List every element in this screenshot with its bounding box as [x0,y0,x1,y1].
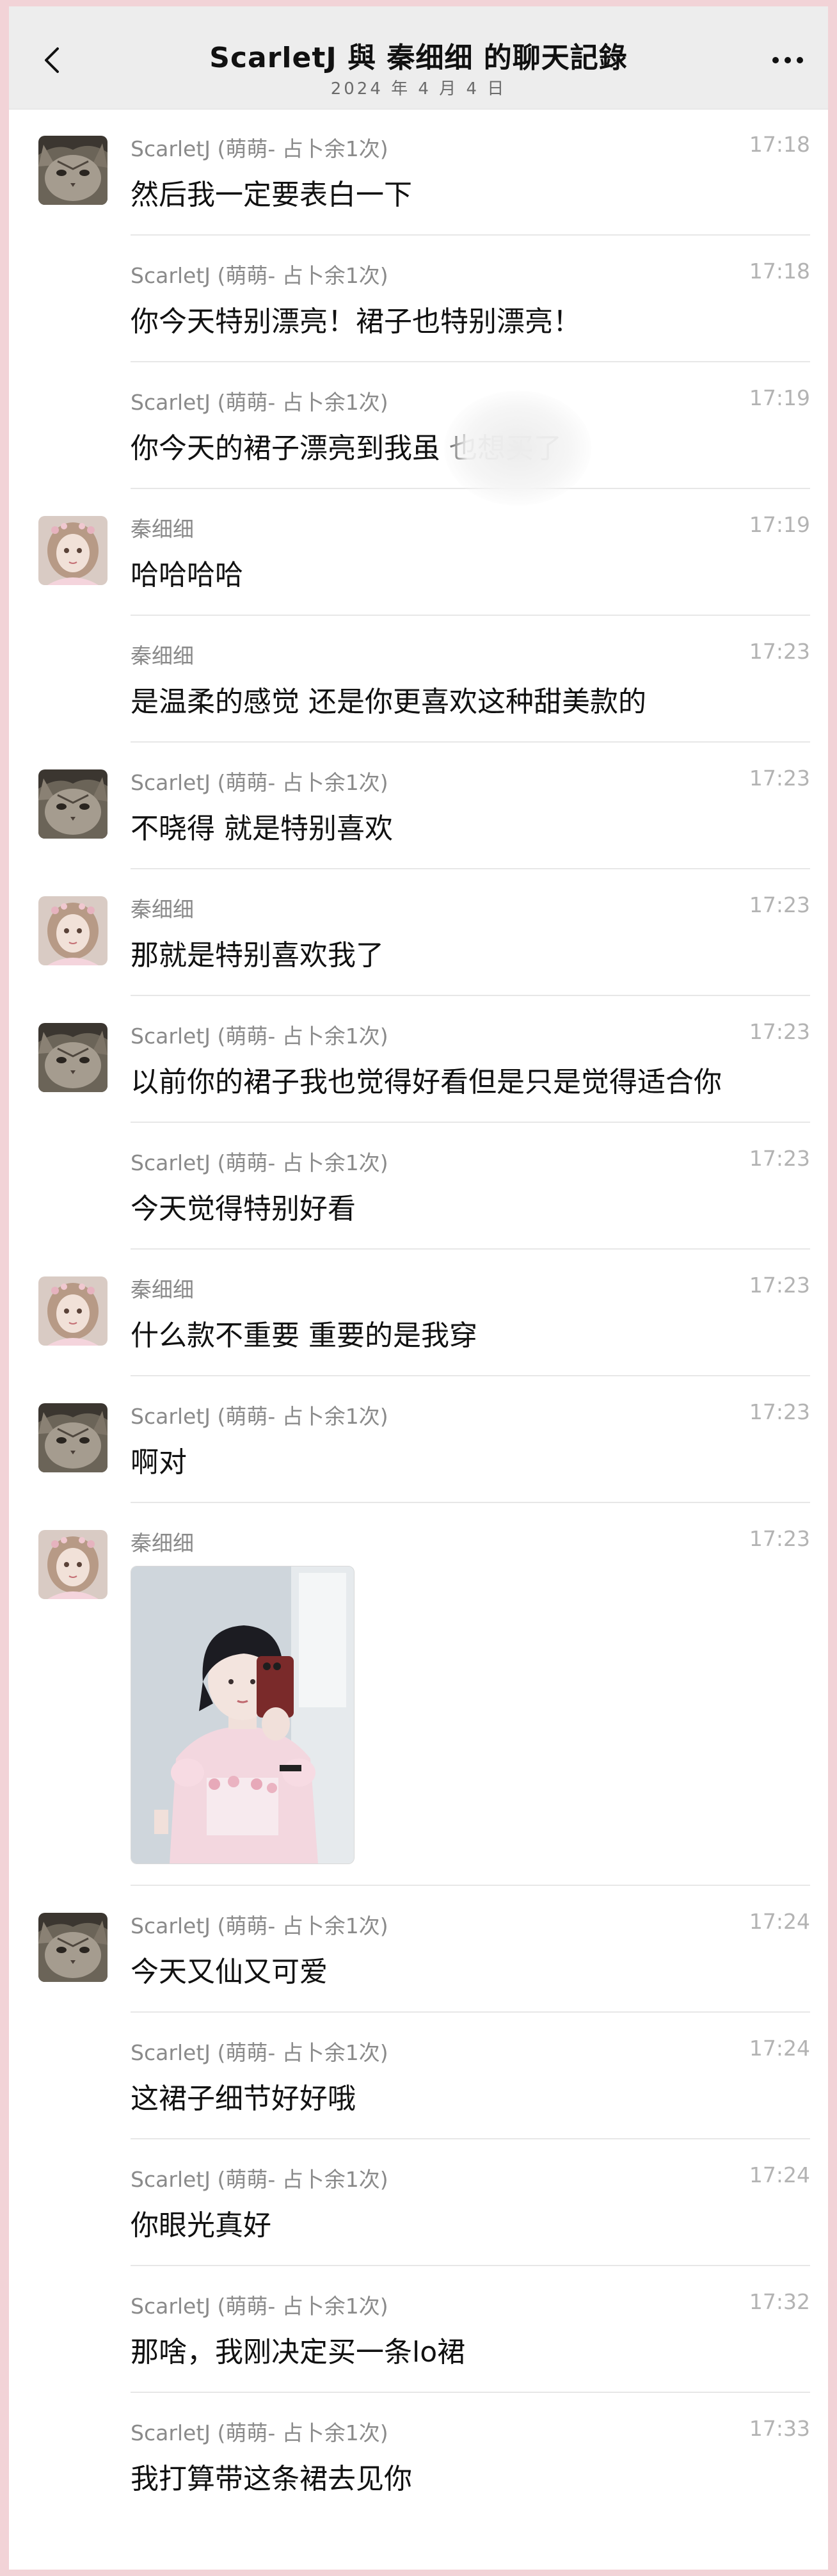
message-text: 是温柔的感觉 还是你更喜欢这种甜美款的 [131,686,646,718]
avatar-qinxixi[interactable] [38,1276,108,1346]
sender-name: 秦细细 [131,643,194,668]
avatar-scarletj[interactable] [38,1023,108,1092]
message-text: 今天又仙又可爱 [131,1956,328,1988]
sender-name: ScarletJ (萌萌- 占卜余1次) [131,1150,388,1175]
message-text: 啊对 [131,1446,187,1479]
chat-message: 秦细细 17:23 [9,1503,828,1886]
sender-name: 秦细细 [131,1531,194,1556]
message-time: 17:23 [749,1399,810,1424]
message-text: 那啥，我刚决定买一条lo裙 [131,2336,466,2369]
sender-name: ScarletJ (萌萌- 占卜余1次) [131,1913,388,1938]
chat-message: ScarletJ (萌萌- 占卜余1次) 17:32 那啥，我刚决定买一条lo裙 [9,2266,828,2393]
message-text: 你今天特别漂亮！裙子也特别漂亮！ [131,305,581,338]
avatar-scarletj[interactable] [38,136,108,205]
chat-message: 秦细细 17:19 哈哈哈哈 [9,489,828,616]
message-text: 不晓得 就是特别喜欢 [131,812,393,845]
message-time: 17:19 [749,385,810,410]
message-time: 17:23 [749,1019,810,1044]
message-photo[interactable] [131,1566,355,1864]
sender-name: ScarletJ (萌萌- 占卜余1次) [131,2167,388,2192]
chat-message: ScarletJ (萌萌- 占卜余1次) 17:24 这裙子细节好好哦 [9,2013,828,2139]
chat-message: ScarletJ (萌萌- 占卜余1次) 17:18 你今天特别漂亮！裙子也特别漂亮… [9,236,828,362]
message-time: 17:33 [749,2416,810,2441]
message-time: 17:18 [749,259,810,284]
message-time: 17:23 [749,1146,810,1171]
chat-message: ScarletJ (萌萌- 占卜余1次) 17:23 啊对 [9,1376,828,1503]
message-text: 然后我一定要表白一下 [131,179,412,211]
avatar-qinxixi[interactable] [38,1530,108,1599]
message-text: 哈哈哈哈 [131,559,243,592]
message-text: 那就是特别喜欢我了 [131,939,384,972]
message-time: 17:23 [749,639,810,664]
message-time: 17:24 [749,1909,810,1934]
chat-date: 2024 年 4 月 4 日 [330,79,507,99]
message-time: 17:23 [749,1273,810,1298]
sender-name: ScarletJ (萌萌- 占卜余1次) [131,2040,388,2065]
message-list: ScarletJ (萌萌- 占卜余1次) 17:18 然后我一定要表白一下 Scarl… [9,109,828,2520]
message-text: 你眼光真好 [131,2209,271,2242]
message-text: 今天觉得特别好看 [131,1193,356,1225]
sender-name: 秦细细 [131,1277,194,1302]
message-text: 以前你的裙子我也觉得好看但是只是觉得适合你 [131,1066,722,1099]
page-title: ScarletJ 與 秦细细 的聊天記錄 [209,42,628,74]
sender-name: 秦细细 [131,897,194,922]
message-text: 我打算带这条裙去见你 [131,2463,412,2495]
sender-name: ScarletJ (萌萌- 占卜余1次) [131,390,388,415]
chat-message: ScarletJ (萌萌- 占卜余1次) 17:23 不晓得 就是特别喜欢 [9,743,828,869]
avatar-scarletj[interactable] [38,1403,108,1472]
chat-message: ScarletJ (萌萌- 占卜余1次) 17:18 然后我一定要表白一下 [9,109,828,236]
sender-name: ScarletJ (萌萌- 占卜余1次) [131,1024,388,1049]
chat-message: ScarletJ (萌萌- 占卜余1次) 17:33 我打算带这条裙去见你 [9,2393,828,2520]
chat-message: ScarletJ (萌萌- 占卜余1次) 17:24 今天又仙又可爱 [9,1886,828,2013]
sender-name: ScarletJ (萌萌- 占卜余1次) [131,136,388,161]
message-text: 什么款不重要 重要的是我穿 [131,1319,477,1352]
chat-message: ScarletJ (萌萌- 占卜余1次) 17:19 你今天的裙子漂亮到我虽 也想买… [9,362,828,489]
message-time: 17:18 [749,132,810,157]
avatar-qinxixi[interactable] [38,896,108,965]
message-time: 17:24 [749,2162,810,2187]
sender-name: 秦细细 [131,517,194,542]
sender-name: ScarletJ (萌萌- 占卜余1次) [131,1404,388,1429]
message-time: 17:23 [749,892,810,917]
chat-message: 秦细细 17:23 那就是特别喜欢我了 [9,869,828,996]
avatar-scarletj[interactable] [38,769,108,839]
message-time: 17:23 [749,1526,810,1551]
sender-name: ScarletJ (萌萌- 占卜余1次) [131,2420,388,2445]
sender-name: ScarletJ (萌萌- 占卜余1次) [131,770,388,795]
redaction-blur [444,390,591,506]
header-bar: ScarletJ 與 秦细细 的聊天記錄 2024 年 4 月 4 日 [9,6,828,109]
chat-message: ScarletJ (萌萌- 占卜余1次) 17:23 以前你的裙子我也觉得好看但是只… [9,996,828,1123]
message-time: 17:19 [749,512,810,537]
sender-name: ScarletJ (萌萌- 占卜余1次) [131,2294,388,2319]
chat-message: 秦细细 17:23 是温柔的感觉 还是你更喜欢这种甜美款的 [9,616,828,743]
chat-message: ScarletJ (萌萌- 占卜余1次) 17:24 你眼光真好 [9,2139,828,2266]
message-time: 17:32 [749,2289,810,2314]
sender-name: ScarletJ (萌萌- 占卜余1次) [131,263,388,288]
message-time: 17:23 [749,766,810,791]
chat-history-window: ScarletJ 與 秦细细 的聊天記錄 2024 年 4 月 4 日 Scar… [9,6,828,2570]
message-time: 17:24 [749,2036,810,2061]
avatar-qinxixi[interactable] [38,516,108,585]
more-horizontal-icon[interactable] [759,47,817,73]
chat-message: ScarletJ (萌萌- 占卜余1次) 17:23 今天觉得特别好看 [9,1123,828,1250]
chat-message: 秦细细 17:23 什么款不重要 重要的是我穿 [9,1250,828,1376]
message-text: 这裙子细节好好哦 [131,2082,356,2115]
avatar-scarletj[interactable] [38,1913,108,1982]
